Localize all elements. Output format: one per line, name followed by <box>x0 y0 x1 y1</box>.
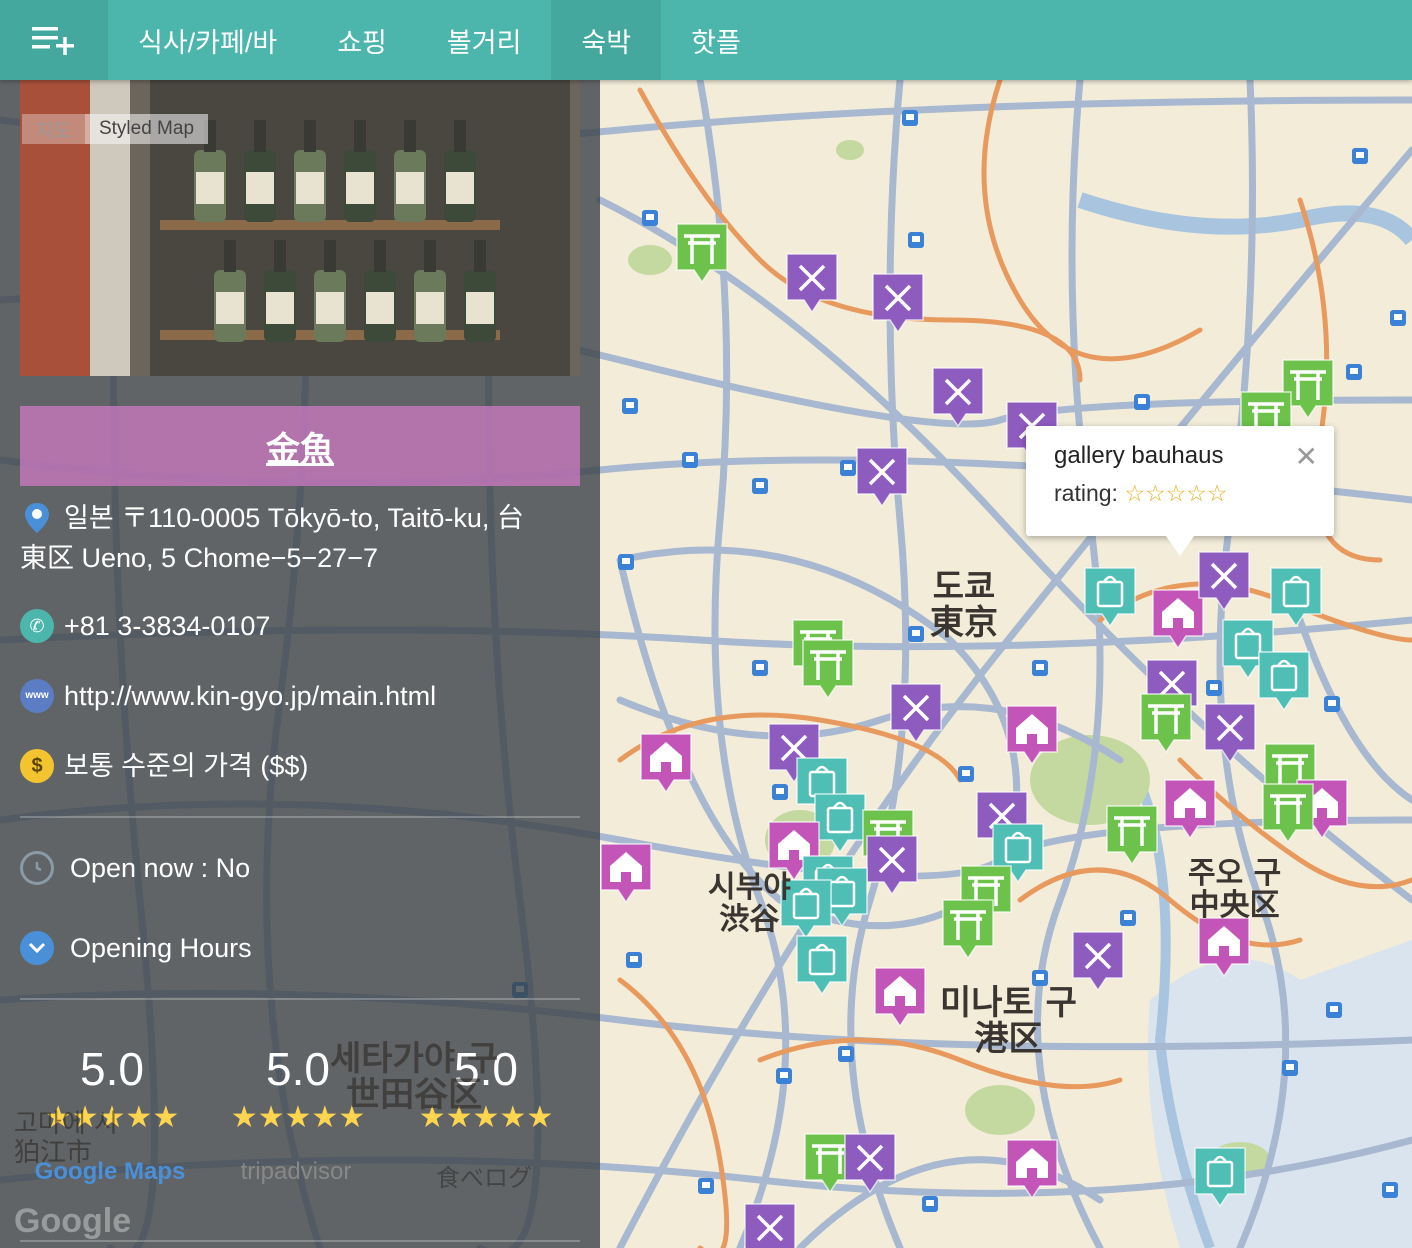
attribution-text: Google <box>14 1202 132 1240</box>
transit-station-icon <box>1206 680 1222 696</box>
transit-station-icon <box>1134 394 1150 410</box>
tab-lodging[interactable]: 숙박 <box>551 0 662 80</box>
playlist-add-button[interactable] <box>0 0 108 80</box>
clock-icon <box>20 851 54 885</box>
info-window-title: gallery bauhaus <box>1054 442 1224 469</box>
label-text: 시부야 渋谷 <box>708 870 791 937</box>
map-label-shibuya: 시부야 渋谷 <box>708 872 791 935</box>
park <box>965 1085 1035 1135</box>
phone-row[interactable]: ✆ +81 3-3834-0107 <box>20 606 270 646</box>
transit-station-icon <box>682 452 698 468</box>
open-now-text: Open now : No <box>70 853 251 883</box>
map-type-map-button[interactable]: 지도 <box>22 114 85 144</box>
tab-food[interactable]: 식사/카페/바 <box>108 0 307 80</box>
transit-station-icon <box>642 210 658 226</box>
transit-station-icon <box>1382 1182 1398 1198</box>
globe-icon: www <box>20 679 54 713</box>
google-rating-value: 5.0 <box>80 1043 144 1095</box>
website-row[interactable]: www http://www.kin-gyo.jp/main.html <box>20 676 436 716</box>
transit-station-icon <box>840 460 856 476</box>
map-type-label: Styled Map <box>98 118 195 139</box>
tab-hotplace[interactable]: 핫플 <box>661 0 771 80</box>
tab-label: 식사/카페/바 <box>138 27 278 58</box>
label-text: 고마에 시 狛江市 <box>14 1109 118 1168</box>
address-row: 일본 〒110-0005 Tōkyō-to, Taitō-ku, 台東区 Uen… <box>20 498 580 578</box>
address-text: 일본 〒110-0005 Tōkyō-to, Taitō-ku, 台東区 Uen… <box>20 503 524 573</box>
transit-station-icon <box>698 1178 714 1194</box>
map-label-chuo: 주오 구 中央区 <box>1188 858 1281 921</box>
tab-shopping[interactable]: 쇼핑 <box>307 0 417 80</box>
map-label-tokyo: 도쿄 東京 <box>930 567 998 643</box>
place-name-link[interactable]: 金魚 <box>266 422 334 471</box>
dollar-icon: $ <box>20 749 54 783</box>
transit-station-icon <box>772 784 788 800</box>
tripadvisor-logo[interactable]: tripadvisor <box>206 1158 386 1186</box>
place-detail-panel[interactable]: 지도 Styled Map 金魚 일본 〒110-0005 Tōkyō-to, … <box>0 80 600 1248</box>
price-row: $ 보통 수준의 가격 ($$) <box>20 746 308 786</box>
transit-station-icon <box>1352 148 1368 164</box>
phone-icon: ✆ <box>20 609 54 643</box>
chevron-down-icon <box>20 931 54 965</box>
map-label-komae: 고마에 시 狛江市 <box>14 1110 118 1167</box>
opening-hours-label: Opening Hours <box>70 933 252 963</box>
transit-station-icon <box>1032 660 1048 676</box>
transit-station-icon <box>1324 696 1340 712</box>
open-now-row: Open now : No <box>20 848 250 888</box>
close-icon[interactable]: ✕ <box>1295 440 1318 473</box>
info-window[interactable]: gallery bauhaus rating: ☆☆☆☆☆ ✕ <box>1026 426 1334 556</box>
divider <box>20 816 580 818</box>
transit-station-icon <box>838 1046 854 1062</box>
tab-label: 볼거리 <box>446 27 522 58</box>
transit-station-icon <box>618 554 634 570</box>
transit-station-icon <box>908 232 924 248</box>
transit-station-icon <box>1390 310 1406 326</box>
map-type-styled-button[interactable]: Styled Map <box>84 114 209 144</box>
divider <box>20 1240 580 1242</box>
transit-station-icon <box>908 626 924 642</box>
transit-station-icon <box>752 660 768 676</box>
info-window-rating: rating: ☆☆☆☆☆ <box>1054 480 1306 507</box>
label-text: 도쿄 東京 <box>930 567 998 643</box>
tab-sights[interactable]: 볼거리 <box>417 0 552 80</box>
tab-label: 쇼핑 <box>337 27 387 58</box>
google-attribution: Google <box>14 1202 131 1241</box>
transit-station-icon <box>776 1068 792 1084</box>
park <box>628 245 672 275</box>
tab-label: 핫플 <box>691 27 741 58</box>
price-text: 보통 수준의 가격 ($$) <box>64 751 309 781</box>
playlist-add-icon <box>32 27 74 55</box>
transit-station-icon <box>752 478 768 494</box>
brand-label: tripadvisor <box>240 1158 352 1185</box>
top-navigation-bar: 식사/카페/바 쇼핑 볼거리 숙박 핫플 <box>0 0 1412 80</box>
website-link[interactable]: http://www.kin-gyo.jp/main.html <box>64 676 436 716</box>
map-type-control: 지도 Styled Map <box>22 114 209 144</box>
tabelog-logo[interactable]: 食べログ <box>394 1158 574 1193</box>
transit-station-icon <box>902 110 918 126</box>
transit-station-icon <box>1282 1060 1298 1076</box>
brand-label: 食べログ <box>436 1164 532 1192</box>
divider <box>20 998 580 1000</box>
restaurant-marker[interactable] <box>744 1203 796 1248</box>
opening-hours-toggle[interactable]: Opening Hours <box>20 928 252 968</box>
label-text: 주오 구 中央区 <box>1188 856 1282 923</box>
tab-label: 숙박 <box>581 27 632 58</box>
transit-station-icon <box>626 952 642 968</box>
label-text: 세타가야 구 世田谷区 <box>330 1039 499 1115</box>
map-label-minato: 미나토 구 港区 <box>940 983 1077 1059</box>
transit-station-icon <box>1346 364 1362 380</box>
phone-text: +81 3-3834-0107 <box>64 611 271 641</box>
transit-station-icon <box>622 398 638 414</box>
place-title-bar: 金魚 <box>20 406 580 486</box>
transit-station-icon <box>922 1196 938 1212</box>
map-type-label: 지도 <box>36 120 71 142</box>
park <box>836 140 864 160</box>
rating-label: rating: <box>1054 480 1118 506</box>
label-text: 미나토 구 港区 <box>940 983 1077 1059</box>
rating-stars: ☆☆☆☆☆ <box>1124 480 1228 506</box>
transit-station-icon <box>1326 1002 1342 1018</box>
map-label-setagaya: 세타가야 구 世田谷区 <box>330 1039 499 1115</box>
transit-station-icon <box>958 766 974 782</box>
transit-station-icon <box>1120 910 1136 926</box>
